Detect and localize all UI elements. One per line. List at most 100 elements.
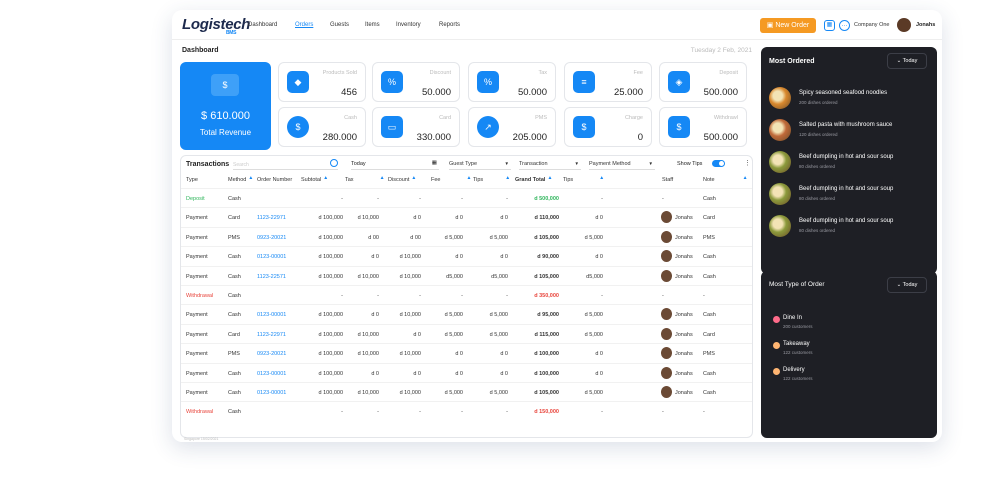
chevron-down-icon: ▼ <box>504 161 509 166</box>
more-options-icon[interactable]: ⋮ <box>744 159 751 167</box>
user-name[interactable]: Jonahs <box>916 22 935 28</box>
col-grand-total[interactable]: Grand Total ▲ <box>515 175 552 183</box>
table-row[interactable]: Payment PMS 0923-20021 d 100,000 d 10,000 d 1… <box>181 343 752 362</box>
dish-name[interactable]: Beef dumpling in hot and sour soup <box>799 218 893 224</box>
cell-tips: d 0 <box>500 215 508 222</box>
cell-type: Payment <box>186 215 208 222</box>
company-name[interactable]: Company One <box>854 22 889 28</box>
date-filter[interactable]: Today ▦ <box>351 159 439 170</box>
transaction-filter[interactable]: Transaction ▼ <box>519 159 581 170</box>
nav-inventory[interactable]: Inventory <box>396 22 421 28</box>
table-row[interactable]: Payment Card 1123-22971 d 100,000 d 10,000 d … <box>181 207 752 226</box>
transactions-title: Transactions <box>186 161 230 168</box>
table-row[interactable]: Payment Cash 1123-22571 d 100,000 d 10,000 d … <box>181 265 752 285</box>
cell-subtotal: - <box>341 293 343 299</box>
cell-order-number[interactable]: 0123-00001 <box>257 390 286 396</box>
cell-tips: d 0 <box>500 370 508 377</box>
table-row[interactable]: Payment Cash 0123-00001 d 100,000 d 0 d 0 d 0 d… <box>181 362 752 382</box>
cell-method: PMS <box>228 234 240 241</box>
user-avatar[interactable] <box>897 18 911 32</box>
calculator-icon[interactable]: ▦ <box>824 20 835 31</box>
new-order-button[interactable]: ▣ New Order <box>760 18 816 33</box>
col-method[interactable]: Method ▲ <box>228 175 253 183</box>
cell-tax: d 0 <box>371 312 379 319</box>
col-order-number[interactable]: Order Number <box>257 177 292 183</box>
guest-type-filter[interactable]: Guest Type ▼ <box>449 159 511 170</box>
most-ordered-period-dropdown[interactable]: ⌄ Today <box>887 53 927 69</box>
discount-icon: % <box>381 71 403 93</box>
cell-grand-total: d 100,000 <box>534 370 559 377</box>
col-type[interactable]: Type <box>186 177 198 183</box>
cell-tips: d 0 <box>500 254 508 261</box>
cell-note: Cash <box>703 390 716 396</box>
cell-staff: Jonahs <box>675 351 693 358</box>
cell-staff: Jonahs <box>675 390 693 396</box>
cell-method: Cash <box>228 273 241 280</box>
staff-avatar <box>661 386 672 398</box>
show-tips-toggle[interactable] <box>712 160 725 167</box>
transactions-toolbar: Transactions Search Today ▦ Guest Type ▼ T… <box>181 156 752 171</box>
col-note[interactable]: Note ▲ <box>703 175 748 183</box>
most-ordered-panel: Most Ordered ⌄ Today Spicy seasoned seaf… <box>761 47 937 274</box>
payment-method-filter[interactable]: Payment Method ▼ <box>589 159 655 170</box>
cell-tips: d 0 <box>500 351 508 358</box>
cell-discount: d 10,000 <box>399 273 421 280</box>
fee-icon: ≡ <box>573 71 595 93</box>
cell-method: Cash <box>228 196 241 202</box>
dish-name[interactable]: Salted pasta with mushroom sauce <box>799 122 892 128</box>
cell-order-number[interactable]: 0123-00001 <box>257 371 286 377</box>
col-subtotal[interactable]: Subtotal ▲ <box>301 175 328 183</box>
cell-tips-2: d 5,000 <box>584 390 603 396</box>
search-icon[interactable] <box>330 159 338 167</box>
chat-icon[interactable]: … <box>839 20 850 31</box>
table-row[interactable]: Payment Card 1123-22971 d 100,000 d 10,000 d … <box>181 323 752 343</box>
cell-order-number[interactable]: 1123-22971 <box>257 332 286 338</box>
search-input[interactable]: Search <box>233 159 338 170</box>
col-staff[interactable]: Staff <box>662 177 673 183</box>
col-tips[interactable]: Tips ▲ <box>473 175 510 183</box>
nav-reports[interactable]: Reports <box>439 22 460 28</box>
cell-subtotal: d 100,000 <box>318 254 343 261</box>
nav-dashboard[interactable]: Dashboard <box>248 22 277 28</box>
footnote: Singapore 15/02/2021 <box>184 437 219 441</box>
col-tips-2[interactable]: Tips ▲ <box>563 175 604 183</box>
table-row[interactable]: Payment Cash 0123-00001 d 100,000 d 0 d 10,00… <box>181 246 752 265</box>
table-row[interactable]: Payment PMS 0923-20021 d 100,000 d 00 d 00 d 5… <box>181 226 752 246</box>
dish-name[interactable]: Beef dumpling in hot and sour soup <box>799 186 893 192</box>
table-row[interactable]: Withdrawal Cash - - - - - d 350,000 - - - <box>181 285 752 304</box>
nav-guests[interactable]: Guests <box>330 22 349 28</box>
stat-tax: % Tax 50.000 <box>468 62 556 102</box>
cell-order-number[interactable]: 0923-20021 <box>257 235 286 241</box>
dish-name[interactable]: Spicy seasoned seafood noodles <box>799 90 887 96</box>
table-row[interactable]: Payment Cash 0123-00001 d 100,000 d 10,000 d … <box>181 382 752 401</box>
order-types-period-dropdown[interactable]: ⌄ Today <box>887 277 927 293</box>
stat-fee: ≡ Fee 25.000 <box>564 62 652 102</box>
nav-items[interactable]: Items <box>365 22 380 28</box>
dish-image <box>769 151 791 173</box>
page-title: Dashboard <box>182 47 219 54</box>
cell-method: Card <box>228 331 240 338</box>
table-row[interactable]: Withdrawal Cash - - - - - d 150,000 - - - <box>181 401 752 420</box>
col-tax[interactable]: Tax ▲ <box>345 175 385 183</box>
nav-orders[interactable]: Orders <box>295 22 313 28</box>
cell-staff: - <box>662 409 664 416</box>
logo[interactable]: Logistech BMS <box>182 16 250 36</box>
top-navbar: Logistech BMS Dashboard Orders Guests Ite… <box>172 10 942 40</box>
cell-order-number[interactable]: 0123-00001 <box>257 254 286 260</box>
stat-withdrawl: $ Withdrawl 500.000 <box>659 107 747 147</box>
cell-order-number[interactable]: 0923-20021 <box>257 351 286 357</box>
cell-fee: d 5,000 <box>444 331 463 338</box>
table-row[interactable]: Deposit Cash - - - - - d 500,000 - - Cash <box>181 188 752 207</box>
cell-order-number[interactable]: 1123-22571 <box>257 274 286 280</box>
dish-name[interactable]: Beef dumpling in hot and sour soup <box>799 154 893 160</box>
cell-order-number[interactable]: 0123-00001 <box>257 312 286 318</box>
col-discount[interactable]: Discount ▲ <box>388 175 416 183</box>
table-row[interactable]: Payment Cash 0123-00001 d 100,000 d 0 d 10,00… <box>181 304 752 323</box>
col-fee[interactable]: Fee ▲ <box>431 175 471 183</box>
cell-tax: d 10,000 <box>357 215 379 222</box>
cell-type: Withdrawal <box>186 293 214 299</box>
cell-note: PMS <box>703 234 715 241</box>
credit-card-icon: ▭ <box>381 116 403 138</box>
deposit-icon: ◈ <box>668 71 690 93</box>
cell-order-number[interactable]: 1123-22971 <box>257 215 286 221</box>
